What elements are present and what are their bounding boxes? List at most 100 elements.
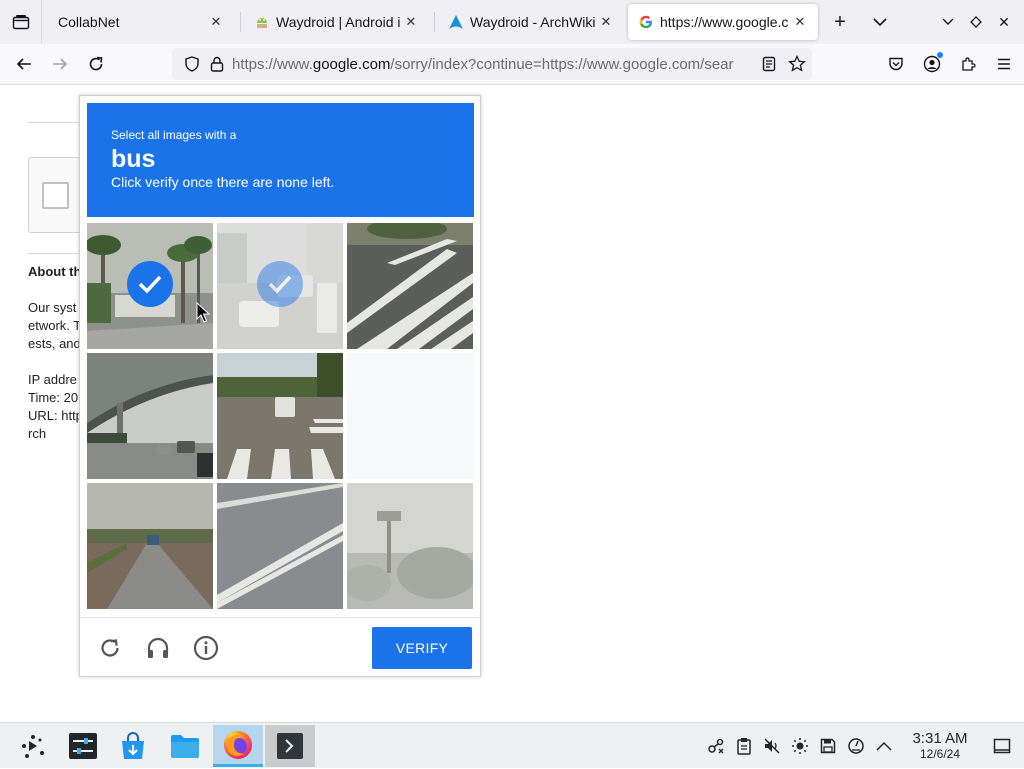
reload-button[interactable] [80,48,112,80]
tab-list-icon [12,15,29,30]
tab-title: Waydroid | Android i [276,14,401,30]
image-tile[interactable] [87,353,213,479]
about-heading: About th [28,264,82,279]
clipboard-tray-icon[interactable] [730,732,758,760]
taskbar-terminal[interactable] [265,725,315,767]
time-line: Time: 20 [28,390,79,405]
close-icon[interactable]: ✕ [792,14,808,30]
taskbar-firefox[interactable] [213,725,263,767]
body-text-line: ests, and [28,336,81,351]
image-tile[interactable] [217,483,343,609]
target-object: bus [111,145,156,173]
diamond-icon [970,16,982,28]
clock-date: 12/6/24 [919,747,961,761]
url-line: URL: http [28,408,83,423]
pocket-button[interactable] [882,50,910,78]
close-window-button[interactable]: ✕ [990,8,1018,36]
folder-icon [171,735,199,758]
tab-google[interactable]: https://www.google.c ✕ [628,4,818,40]
headphones-icon [147,637,169,658]
clock-time: 3:31 AM [912,730,968,747]
image-tile[interactable] [87,223,213,349]
disk-tray-icon[interactable] [814,732,842,760]
hamburger-menu-icon [998,58,1010,70]
show-hidden-icons-button[interactable] [870,732,898,760]
mouse-cursor [196,302,210,323]
instruction-text: Select all images with a [111,128,237,142]
pocket-icon [889,57,903,71]
challenge-header: Select all images with a bus Click verif… [87,103,474,217]
tab-list-button[interactable] [0,0,42,44]
launcher-icon [22,735,44,758]
image-tile[interactable] [347,483,473,609]
audio-challenge-button[interactable] [144,634,172,662]
firefox-icon [224,730,252,759]
image-tile[interactable] [217,223,343,349]
info-icon [193,635,219,661]
power-profile-tray-icon[interactable] [842,732,870,760]
selected-check-icon [257,261,303,307]
reader-view-icon[interactable] [762,56,776,72]
image-tile[interactable] [217,353,343,479]
close-icon[interactable]: ✕ [208,14,224,30]
taskbar: 3:31 AM 12/6/24 [0,722,1024,768]
body-text-line: etwork. T [28,318,82,333]
recaptcha-checkbox[interactable] [42,182,69,209]
url-line-continued: rch [28,426,47,441]
plus-icon: + [834,10,846,33]
close-icon[interactable]: ✕ [598,14,614,30]
bookmark-star-icon[interactable] [788,55,806,73]
chevron-down-icon [942,18,954,25]
forward-button[interactable] [44,48,76,80]
brightness-tray-icon[interactable] [786,732,814,760]
image-tile[interactable] [87,483,213,609]
new-tab-button[interactable]: + [826,8,854,36]
extensions-button[interactable] [954,50,982,78]
reload-icon [101,639,119,657]
lock-icon[interactable] [210,56,224,72]
challenge-footer: VERIFY [80,617,480,677]
reload-challenge-button[interactable] [96,634,124,662]
url-bar[interactable]: https://www.google.com/sorry/index?conti… [172,48,812,80]
verify-button[interactable]: VERIFY [372,627,472,669]
list-all-tabs-button[interactable] [866,8,894,36]
close-icon[interactable]: ✕ [403,14,419,30]
application-launcher[interactable] [8,725,58,767]
minimize-button[interactable] [934,8,962,36]
menu-button[interactable] [990,50,1018,78]
tab-waydroid[interactable]: Waydroid | Android i ✕ [244,4,429,40]
tab-bar: CollabNet ✕ Waydroid | Android i ✕ Waydr… [0,0,1024,44]
show-desktop-button[interactable] [988,732,1016,760]
volume-muted-tray-icon[interactable] [758,732,786,760]
help-button[interactable] [192,634,220,662]
image-tile[interactable] [347,223,473,349]
chevron-down-icon [873,18,887,27]
account-button[interactable] [918,50,946,78]
network-tray-icon[interactable] [702,732,730,760]
maximize-button[interactable] [962,8,990,36]
shield-icon[interactable] [184,56,200,72]
tab-title: CollabNet [58,14,120,30]
back-arrow-icon [16,58,31,70]
tab-collabnet[interactable]: CollabNet ✕ [48,4,234,40]
forward-arrow-icon [53,58,68,70]
store-bag-icon [122,732,144,759]
ip-address-line: IP addre [28,372,77,387]
close-icon: ✕ [998,13,1010,30]
tab-archwiki[interactable]: Waydroid - ArchWiki ✕ [438,4,624,40]
url-text[interactable]: https://www.google.com/sorry/index?conti… [232,56,742,73]
taskbar-system-settings[interactable] [58,725,108,767]
image-tile-loading[interactable] [347,353,473,479]
url-rest: /sorry/index?continue=https://www.google… [390,55,734,73]
taskbar-discover[interactable] [108,725,158,767]
google-icon [638,14,654,30]
taskbar-file-manager[interactable] [160,725,210,767]
clock[interactable]: 3:31 AM 12/6/24 [904,730,976,762]
puzzle-icon [962,57,976,71]
instruction-subtext: Click verify once there are none left. [111,174,335,190]
selected-check-icon [127,261,173,307]
back-button[interactable] [8,48,40,80]
image-grid [87,223,474,610]
desktop-icon [993,738,1011,754]
reload-icon [89,56,103,71]
